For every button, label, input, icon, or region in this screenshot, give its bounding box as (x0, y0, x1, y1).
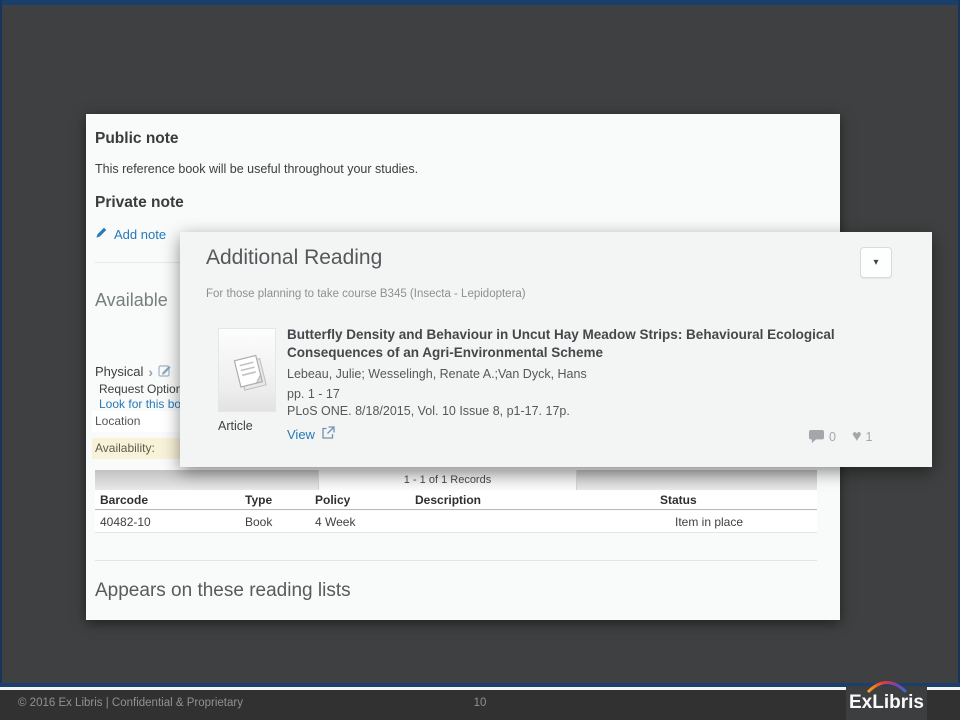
cell-barcode: 40482-10 (100, 515, 245, 529)
record-type-label: Article (218, 419, 276, 433)
slide-frame-top (0, 0, 960, 5)
additional-reading-popup: Additional Reading For those planning to… (180, 232, 932, 467)
collapse-button[interactable]: ▾ (860, 247, 892, 278)
cell-type: Book (245, 515, 315, 529)
engagement-counters: 0 ♥ 1 (808, 429, 872, 444)
reading-lists-heading: Appears on these reading lists (95, 580, 351, 602)
comments-button[interactable]: 0 (808, 429, 836, 444)
slide-frame-left (0, 0, 2, 687)
column-header-description: Description (415, 493, 660, 507)
available-heading: Available (95, 290, 168, 311)
slide-footer: © 2016 Ex Libris | Confidential & Propri… (0, 690, 960, 720)
caret-down-icon: ▾ (873, 257, 878, 268)
comment-bubble-icon (808, 429, 825, 444)
record-thumbnail (218, 328, 276, 412)
likes-count: 1 (865, 430, 872, 444)
record-details: Butterfly Density and Behaviour in Uncut… (287, 326, 862, 443)
like-button[interactable]: ♥ 1 (852, 430, 872, 444)
article-pages-icon (225, 348, 269, 392)
slide-background: Public note This reference book will be … (0, 0, 960, 720)
add-note-link[interactable]: Add note (95, 226, 166, 242)
look-for-book-link[interactable]: Look for this bo (99, 397, 181, 411)
cell-policy: 4 Week (315, 515, 415, 529)
physical-tab-label: Physical (95, 364, 143, 379)
column-header-barcode: Barcode (100, 493, 245, 507)
record-authors: Lebeau, Julie; Wesselingh, Renate A.;Van… (287, 366, 862, 383)
view-link[interactable]: View (287, 426, 347, 443)
heart-icon: ♥ (852, 430, 862, 444)
page-number: 10 (0, 697, 960, 709)
edit-icon[interactable] (158, 363, 172, 380)
column-header-type: Type (245, 493, 315, 507)
request-options-label: Request Options (99, 382, 188, 396)
exlibris-logo: ExLibris (846, 686, 927, 720)
exlibris-logo-text: ExLibris (846, 692, 927, 714)
comments-count: 0 (829, 430, 836, 444)
record-pages: pp. 1 - 17 (287, 386, 862, 403)
table-row[interactable]: 40482-10 Book 4 Week Item in place (95, 511, 817, 533)
view-link-label: View (287, 427, 315, 442)
add-note-label: Add note (114, 227, 166, 242)
public-note-heading: Public note (95, 130, 179, 148)
public-note-text: This reference book will be useful throu… (95, 162, 418, 176)
chevron-right-icon: › (148, 364, 153, 380)
record-title: Butterfly Density and Behaviour in Uncut… (287, 326, 862, 362)
physical-holdings-tab[interactable]: Physical › (95, 363, 172, 380)
records-count-label: 1 - 1 of 1 Records (318, 470, 577, 490)
external-link-icon (321, 426, 335, 443)
pencil-icon (95, 226, 108, 242)
column-header-status: Status (660, 493, 817, 507)
table-header-row: Barcode Type Policy Description Status (95, 490, 817, 510)
popup-title: Additional Reading (206, 246, 382, 270)
table-pagination-bar: 1 - 1 of 1 Records (95, 470, 817, 490)
column-header-policy: Policy (315, 493, 415, 507)
cell-status: Item in place (660, 515, 817, 529)
record-source: PLoS ONE. 8/18/2015, Vol. 10 Issue 8, p1… (287, 403, 862, 420)
section-divider (95, 560, 817, 561)
popup-subtitle: For those planning to take course B345 (… (206, 288, 526, 300)
private-note-heading: Private note (95, 194, 184, 212)
exlibris-rainbow-arc-icon (866, 679, 908, 693)
